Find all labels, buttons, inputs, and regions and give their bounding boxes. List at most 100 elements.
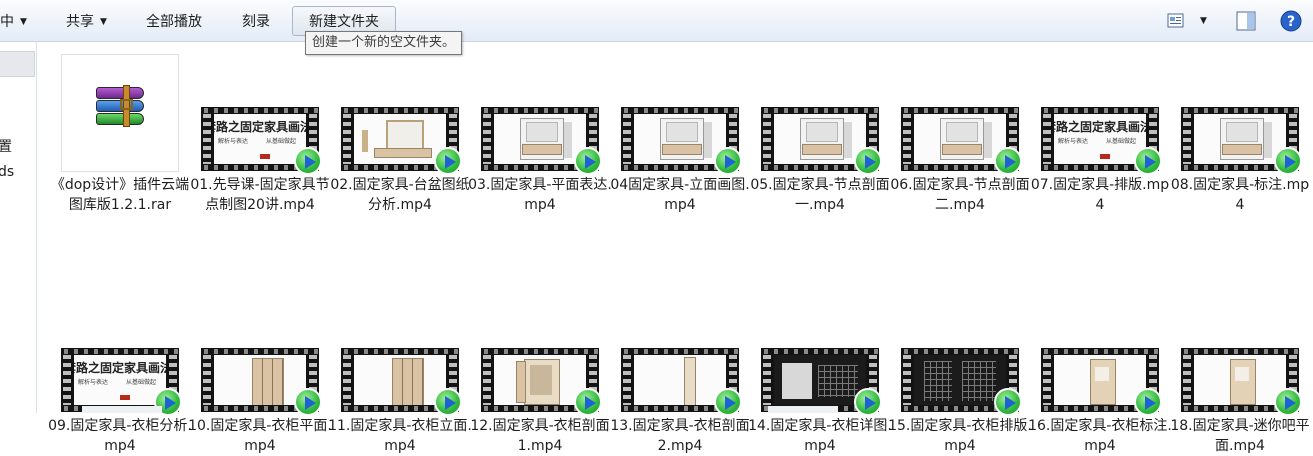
thumb-dialog-panel: [782, 363, 812, 399]
archive-book-stripe: [96, 87, 144, 99]
film-holes-top: [1041, 349, 1159, 354]
thumb-door: [413, 359, 423, 405]
file-item-video[interactable]: 05.固定家具-节点剖面一.mp4: [737, 42, 890, 213]
film-strip-thumbnail: [621, 107, 742, 175]
nav-item-cut-2[interactable]: ds: [0, 164, 14, 180]
thumb-wardrobe: [252, 358, 284, 405]
file-name-label: 18.固定家具-迷你吧平面.mp4: [1170, 418, 1310, 454]
film-side-left: [483, 114, 491, 164]
file-item-video[interactable]: 08.固定家具-标注.mp4: [1157, 42, 1309, 213]
thumb-banner-sub-left: 解析与表达: [1058, 138, 1089, 145]
film-holes-top: [901, 349, 1019, 354]
file-item-video[interactable]: 套路之固定家具画法解析与表达 从基础做起 07.固定家具-排版.mp4: [1017, 42, 1169, 213]
file-thumbnail: [621, 295, 742, 416]
video-frame-preview: [494, 114, 586, 164]
video-frame-preview: 套路之固定家具画法解析与表达 从基础做起: [74, 355, 166, 405]
thumb-tall-cabinet: [1090, 359, 1116, 405]
winrar-archive-icon: [96, 85, 148, 133]
preview-pane-icon[interactable]: [1236, 11, 1256, 31]
file-name-label: 14.固定家具-衣柜详图.mp4: [748, 418, 892, 454]
thumb-cabinet-inner: [1235, 367, 1249, 381]
file-item-video[interactable]: 04固定家具-立面画图.mp4: [597, 42, 750, 213]
file-item-video[interactable]: 12.固定家具-衣柜剖面1.mp4: [457, 283, 610, 454]
file-item-video[interactable]: 11.固定家具-衣柜立面.mp4: [317, 283, 472, 454]
file-item-archive[interactable]: 《dop设计》插件云端图库版1.2.1.rar: [37, 42, 189, 213]
view-options-chevron-icon[interactable]: ▼: [1200, 16, 1207, 26]
film-side-left: [63, 355, 71, 405]
video-frame-preview: [914, 114, 1006, 164]
video-frame-preview: [354, 355, 446, 405]
film-side-left: [203, 114, 211, 164]
change-view-icon[interactable]: [1167, 13, 1185, 29]
thumb-cabinet-inner: [1095, 367, 1109, 381]
file-thumbnail: [481, 54, 602, 175]
file-thumbnail: [901, 295, 1022, 416]
film-side-left: [623, 114, 631, 164]
thumb-door: [403, 359, 413, 405]
organize-button-cut[interactable]: 中 ▼: [0, 9, 27, 35]
chevron-down-icon: ▼: [100, 17, 107, 27]
video-frame-preview: [214, 355, 306, 405]
next-row-hint: [82, 406, 162, 413]
thumb-logo-mark: [1100, 154, 1110, 159]
file-item-video[interactable]: 06.固定家具-节点剖面二.mp4: [877, 42, 1030, 213]
thumb-shelf-inner: [806, 122, 838, 142]
archive-book-stripe: [96, 113, 144, 125]
nav-item-cut-1[interactable]: 置: [0, 136, 12, 156]
new-folder-tooltip: 创建一个新的空文件夹。: [305, 31, 463, 55]
file-thumbnail: [761, 54, 882, 175]
thumb-side-panel: [564, 122, 572, 158]
thumb-banner-title: 套路之固定家具画法: [74, 361, 166, 375]
file-item-video[interactable]: 02.固定家具-台盆图纸分析.mp4: [317, 42, 470, 213]
file-item-video[interactable]: 16.固定家具-衣柜标注.mp4: [1017, 283, 1172, 454]
file-item-video[interactable]: 18.固定家具-迷你吧平面.mp4: [1157, 283, 1310, 454]
film-holes-top: [341, 108, 459, 113]
video-frame-preview: 套路之固定家具画法解析与表达 从基础做起: [1054, 114, 1146, 164]
file-item-video[interactable]: 15.固定家具-衣柜排版.mp4: [877, 283, 1032, 454]
help-icon[interactable]: ?: [1280, 10, 1302, 32]
video-frame-preview: [914, 355, 1006, 405]
file-name-label: 04固定家具-立面画图.mp4: [610, 177, 750, 213]
file-thumbnail: 套路之固定家具画法解析与表达 从基础做起: [201, 54, 322, 175]
burn-button[interactable]: 刻录: [242, 9, 270, 35]
film-strip-thumbnail: [1181, 107, 1302, 175]
thumb-side-panel: [984, 122, 992, 158]
film-side-left: [763, 114, 771, 164]
thumb-drawer: [802, 144, 842, 155]
film-side-left: [1183, 114, 1191, 164]
play-all-button[interactable]: 全部播放: [146, 9, 202, 35]
film-strip-thumbnail: [201, 348, 322, 416]
file-item-video[interactable]: 套路之固定家具画法解析与表达 从基础做起 01.先导课-固定家具节点制图20讲.mp…: [177, 42, 330, 213]
film-holes-top: [761, 108, 879, 113]
thumb-door: [253, 359, 263, 405]
thumb-shelf-inner: [946, 122, 978, 142]
thumb-banner-title: 套路之固定家具画法: [214, 120, 306, 134]
video-frame-preview: [634, 355, 726, 405]
thumb-drawing-grid: [962, 361, 996, 401]
nav-selected-item[interactable]: [0, 51, 35, 77]
thumb-shelf-inner: [666, 122, 698, 142]
file-thumbnail: [341, 295, 462, 416]
film-holes-top: [341, 349, 459, 354]
file-item-video[interactable]: 套路之固定家具画法解析与表达 从基础做起 09.固定家具-衣柜分析.mp4: [37, 283, 192, 454]
film-holes-top: [61, 349, 179, 354]
film-holes-top: [901, 108, 1019, 113]
thumb-door: [393, 359, 403, 405]
thumb-banner-sub-left: 解析与表达: [218, 138, 249, 145]
video-frame-preview: [1194, 114, 1286, 164]
thumb-door: [263, 359, 273, 405]
file-item-video[interactable]: 13.固定家具-衣柜剖面2.mp4: [597, 283, 750, 454]
film-strip-thumbnail: [341, 107, 462, 175]
film-side-left: [483, 355, 491, 405]
film-holes-top: [621, 108, 739, 113]
thumb-wardrobe: [392, 358, 424, 405]
svg-text:?: ?: [1287, 14, 1295, 30]
file-item-video[interactable]: 14.固定家具-衣柜详图.mp4: [737, 283, 892, 454]
file-item-video[interactable]: 03.固定家具-平面表达.mp4: [457, 42, 612, 213]
film-side-left: [1183, 355, 1191, 405]
video-frame-preview: 套路之固定家具画法解析与表达 从基础做起: [214, 114, 306, 164]
file-item-video[interactable]: 10.固定家具-衣柜平面.mp4: [177, 283, 332, 454]
share-button[interactable]: 共享 ▼: [66, 9, 107, 35]
file-name-label: 03.固定家具-平面表达.mp4: [468, 177, 612, 213]
file-thumbnail: 套路之固定家具画法解析与表达 从基础做起: [1041, 54, 1162, 175]
